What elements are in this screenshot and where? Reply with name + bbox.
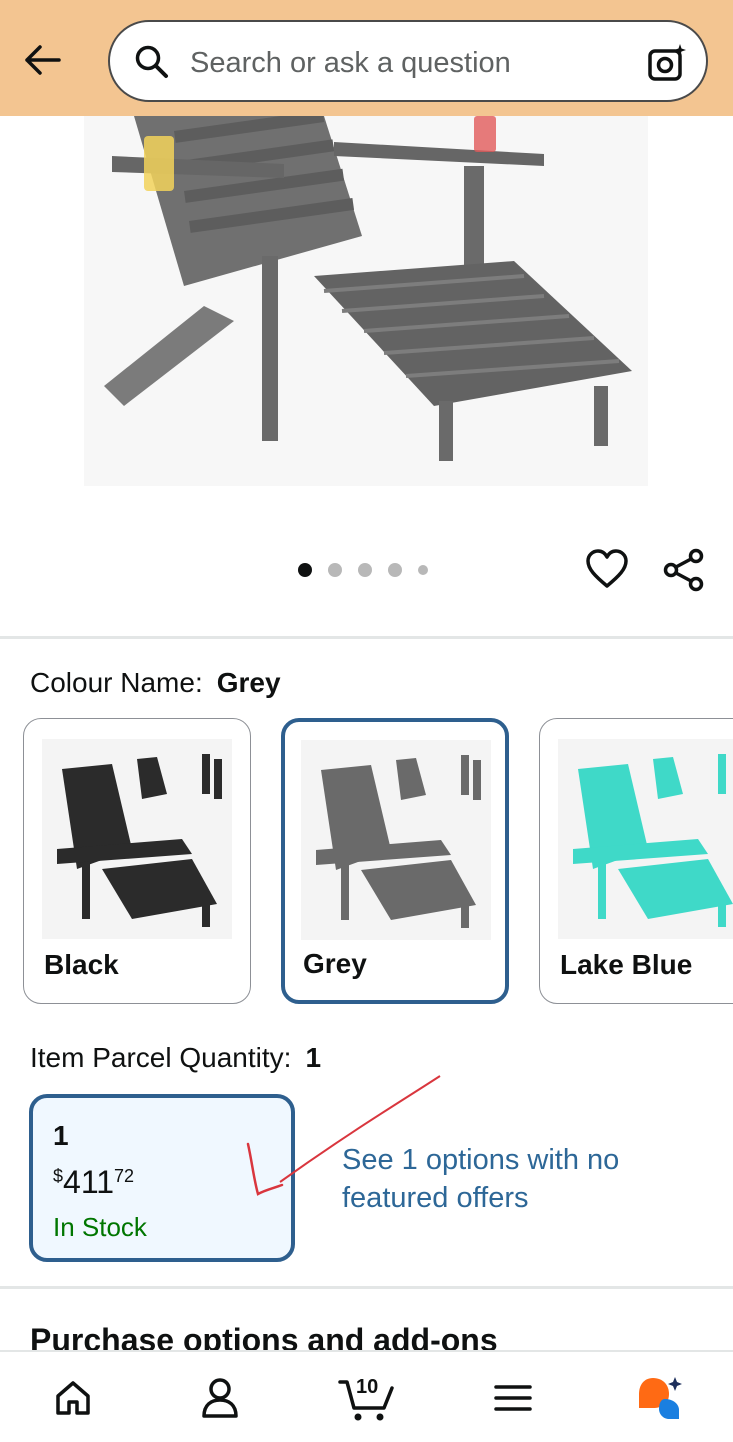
divider: [0, 636, 733, 639]
swatch-image: [301, 740, 491, 940]
nav-cart[interactable]: 10: [334, 1370, 398, 1426]
swatch-lake-blue[interactable]: Lake Blue: [539, 718, 733, 1004]
nav-rufus[interactable]: [630, 1370, 690, 1426]
swatch-black[interactable]: Black: [23, 718, 251, 1004]
carousel-dot[interactable]: [418, 565, 428, 575]
purchase-options-heading: Purchase options and add-ons: [30, 1322, 498, 1352]
quantity-value: 1: [53, 1120, 69, 1151]
carousel-dot[interactable]: [358, 563, 372, 577]
camera-search-icon[interactable]: [646, 42, 688, 84]
colour-name-label: Colour Name: Grey: [30, 667, 281, 698]
nav-home[interactable]: [43, 1370, 103, 1426]
price-cents: 72: [114, 1166, 135, 1186]
cart-count-badge: 10: [356, 1376, 379, 1398]
selected-quantity: 1: [305, 1042, 322, 1073]
back-button[interactable]: [18, 38, 66, 82]
menu-icon: [494, 1385, 532, 1411]
home-icon: [56, 1381, 90, 1415]
account-icon: [202, 1378, 238, 1418]
search-bar[interactable]: [108, 20, 708, 102]
quantity-label: Item Parcel Quantity: 1: [30, 1042, 322, 1073]
back-arrow-icon: [25, 45, 61, 75]
share-icon[interactable]: [662, 548, 706, 592]
top-header: [0, 0, 733, 116]
product-main-image[interactable]: [84, 116, 648, 486]
swatch-grey[interactable]: Grey: [281, 718, 509, 1004]
nav-menu[interactable]: [483, 1370, 543, 1426]
swatch-label: Grey: [303, 948, 367, 979]
swatch-image: [558, 739, 733, 939]
selected-colour: Grey: [216, 667, 281, 698]
currency-symbol: $: [53, 1166, 64, 1186]
swatch-label: Black: [44, 949, 119, 980]
swatch-label: Lake Blue: [560, 949, 693, 980]
search-icon: [135, 45, 168, 78]
nav-account[interactable]: [190, 1370, 250, 1426]
carousel-dot[interactable]: [388, 563, 402, 577]
price: $41172: [53, 1164, 134, 1201]
search-input[interactable]: [188, 40, 632, 86]
price-whole: 411: [63, 1164, 115, 1200]
rufus-icon: [639, 1377, 682, 1419]
carousel-dot[interactable]: [328, 563, 342, 577]
stock-status: In Stock: [53, 1212, 147, 1242]
carousel-dot[interactable]: [298, 563, 312, 577]
image-carousel-indicator: [298, 563, 428, 577]
swatch-image: [42, 739, 232, 939]
bottom-navigation: 10: [0, 1350, 733, 1442]
see-options-link[interactable]: See 1 options with no featured offers: [342, 1141, 642, 1217]
heart-icon[interactable]: [585, 548, 629, 592]
divider: [0, 1286, 733, 1289]
